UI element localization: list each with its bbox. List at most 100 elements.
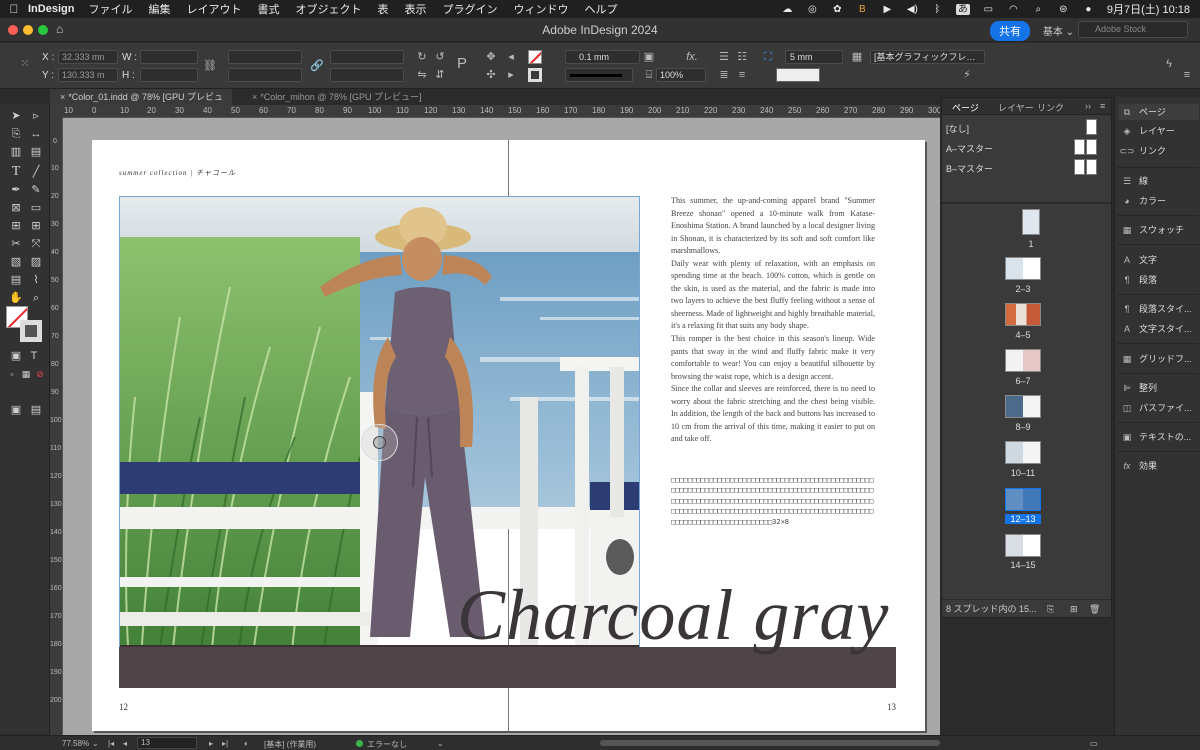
bluetooth-icon[interactable]: ᛒ — [931, 4, 944, 15]
menu-edit[interactable]: 編集 — [148, 1, 170, 17]
menu-file[interactable]: ファイル — [88, 1, 132, 17]
link-scale-icon[interactable]: 🔗 — [310, 59, 324, 73]
page-thumb-14-15[interactable] — [1005, 534, 1041, 557]
close-tab-icon[interactable]: × — [60, 92, 65, 102]
dock-swatches[interactable]: ▦ スウォッチ — [1119, 222, 1199, 238]
text-wrap-icon[interactable]: ▣ — [642, 50, 656, 64]
auto-fit-icon[interactable]: ⛶ — [761, 50, 775, 64]
formatting-container-icon[interactable]: ▣ — [8, 348, 24, 364]
align-left-icon[interactable]: ☰ — [717, 50, 731, 64]
scale-y-field[interactable] — [228, 68, 302, 82]
y-position-field[interactable]: 130.333 m — [58, 68, 118, 82]
dock-character[interactable]: A 文字 — [1119, 252, 1199, 268]
rotate-ccw-icon[interactable]: ↺ — [433, 50, 447, 64]
scale-x-field[interactable] — [228, 50, 302, 64]
preflight-status[interactable]: エラーなし — [367, 739, 407, 750]
master-a-thumb-right[interactable] — [1086, 139, 1097, 155]
corner-options-icon[interactable]: ⌸ — [642, 68, 656, 82]
page-thumb-6-7[interactable] — [1005, 349, 1041, 372]
delete-page-icon[interactable]: 🗑 — [1089, 600, 1100, 618]
pencil-tool-icon[interactable]: ✎ — [28, 182, 44, 198]
x-position-field[interactable]: 32.333 mn — [58, 50, 118, 64]
dock-paragraph-styles[interactable]: ¶ 段落スタイ... — [1119, 301, 1199, 317]
menu-table[interactable]: 表 — [377, 1, 388, 17]
master-a[interactable]: A–マスター — [946, 142, 993, 155]
headline[interactable]: Charcoal gray — [457, 574, 889, 657]
play-icon[interactable]: ▶ — [881, 4, 894, 15]
space-icon[interactable]: ≡ — [735, 68, 749, 82]
page-thumb-2-3[interactable] — [1005, 257, 1041, 280]
cloud-icon[interactable]: ☁ — [781, 4, 794, 15]
page-thumb-10-11[interactable] — [1005, 441, 1041, 464]
stroke-weight-field[interactable]: 0.1 mm — [565, 50, 640, 64]
menu-plugins[interactable]: プラグイン — [442, 1, 497, 17]
new-page-icon[interactable]: ⊞ — [1070, 600, 1078, 618]
pen-tool-icon[interactable]: ✒ — [8, 182, 24, 198]
preview-mode-icon[interactable]: ◐ — [244, 739, 249, 748]
menu-layout[interactable]: レイアウト — [186, 1, 241, 17]
tab-layers[interactable]: レイヤー — [998, 101, 1034, 114]
zoom-dropdown-icon[interactable]: ⌄ — [92, 739, 99, 748]
dock-character-styles[interactable]: A 文字スタイ... — [1119, 321, 1199, 337]
formatting-text-icon[interactable]: T — [26, 348, 42, 364]
gradient-tool-icon[interactable]: ▧ — [8, 254, 24, 270]
master-b[interactable]: B–マスター — [946, 162, 993, 175]
share-button[interactable]: 共有 — [990, 21, 1030, 41]
gap-tool-icon[interactable]: ↔ — [28, 126, 44, 142]
page-label-14-15[interactable]: 14–15 — [1005, 560, 1041, 570]
table-tool-icon[interactable]: ⊞ — [8, 218, 24, 234]
volume-icon[interactable]: ◀) — [906, 4, 919, 15]
adobe-stock-search[interactable]: Adobe Stock — [1078, 21, 1188, 38]
page-label-4-5[interactable]: 4–5 — [1005, 330, 1041, 340]
prev-page-icon[interactable]: ◂ — [123, 739, 127, 748]
workspace-switcher[interactable]: 基本 ⌄ — [1043, 23, 1074, 38]
battery-icon[interactable]: ▭ — [982, 4, 995, 15]
page-label-10-11[interactable]: 10–11 — [1005, 468, 1041, 478]
type-tool-icon[interactable]: T — [8, 164, 24, 180]
horizontal-scrollbar[interactable] — [600, 740, 940, 746]
eyedropper-tool-icon[interactable]: ⌇ — [28, 272, 44, 288]
vertical-ruler[interactable]: 0 10 20 30 40 50 60 70 80 90 100 110 120… — [50, 118, 63, 735]
shear-field[interactable] — [330, 68, 404, 82]
preflight-menu-icon[interactable]: ⌄ — [437, 739, 444, 748]
body-text-frame[interactable]: This summer, the up-and-coming apparel b… — [671, 195, 875, 446]
note-tool-icon[interactable]: ▤ — [8, 272, 24, 288]
width-field[interactable] — [140, 50, 198, 64]
fx-icon[interactable]: fx. — [685, 50, 699, 64]
control-center-icon[interactable]: ⊜ — [1057, 4, 1070, 15]
horizontal-ruler[interactable]: 10 0 10 20 30 40 50 60 70 80 90 100 110 … — [63, 105, 940, 118]
frame-fitting-icon[interactable]: ▦ — [850, 50, 864, 64]
page-thumb-8-9[interactable] — [1005, 395, 1041, 418]
dock-links[interactable]: ⊂⊃ リンク — [1119, 143, 1199, 159]
ime-indicator[interactable]: あ — [955, 3, 970, 15]
select-next-icon[interactable]: ▸ — [504, 68, 518, 82]
swatch-box[interactable] — [776, 68, 820, 82]
page-label-12-13[interactable]: 12–13 — [1005, 514, 1041, 524]
page-label-2-3[interactable]: 2–3 — [1005, 284, 1041, 294]
b-icon[interactable]: B — [856, 4, 869, 15]
master-none-thumb[interactable] — [1086, 119, 1097, 135]
edit-page-size-icon[interactable]: ⎘ — [1047, 600, 1054, 618]
grid-tool-icon[interactable]: ⊞ — [28, 218, 44, 234]
line-tool-icon[interactable]: ╱ — [28, 164, 44, 180]
dock-text-wrap[interactable]: ▣ テキストの... — [1119, 429, 1199, 445]
apple-icon[interactable]:  — [0, 2, 28, 16]
rotate-cw-icon[interactable]: ↻ — [415, 50, 429, 64]
content-collector-icon[interactable]: ▥ — [8, 144, 24, 160]
page-label-8-9[interactable]: 8–9 — [1005, 422, 1041, 432]
flip-vertical-icon[interactable]: ⇵ — [433, 68, 447, 82]
placeholder-text-frame[interactable]: □□□□□□□□□□□□□□□□□□□□□□□□□□□□□□□□□□□□□□□□… — [671, 475, 875, 527]
tab-color-mihon[interactable]: × *Color_mihon @ 78% [GPU プレビュー] — [242, 89, 422, 105]
select-container-icon[interactable]: ✥ — [484, 50, 498, 64]
normal-mode-icon[interactable]: ▣ — [8, 402, 24, 418]
tab-color-01[interactable]: ×*Color_01.indd @ 78% [GPU プレビュー] — [50, 89, 232, 118]
direct-selection-tool-icon[interactable]: ▹ — [28, 108, 44, 124]
panel-collapse-icon[interactable]: ›› — [1085, 101, 1091, 111]
running-head[interactable]: summer collection | チャコール — [119, 168, 236, 178]
master-b-thumb-left[interactable] — [1074, 159, 1085, 175]
fill-swatch[interactable] — [528, 50, 542, 64]
rectangle-tool-icon[interactable]: ▭ — [28, 200, 44, 216]
dock-paragraph[interactable]: ¶ 段落 — [1119, 272, 1199, 288]
dock-pages[interactable]: ⧉ ページ — [1119, 104, 1199, 120]
page-label-1[interactable]: 1 — [1013, 239, 1049, 249]
